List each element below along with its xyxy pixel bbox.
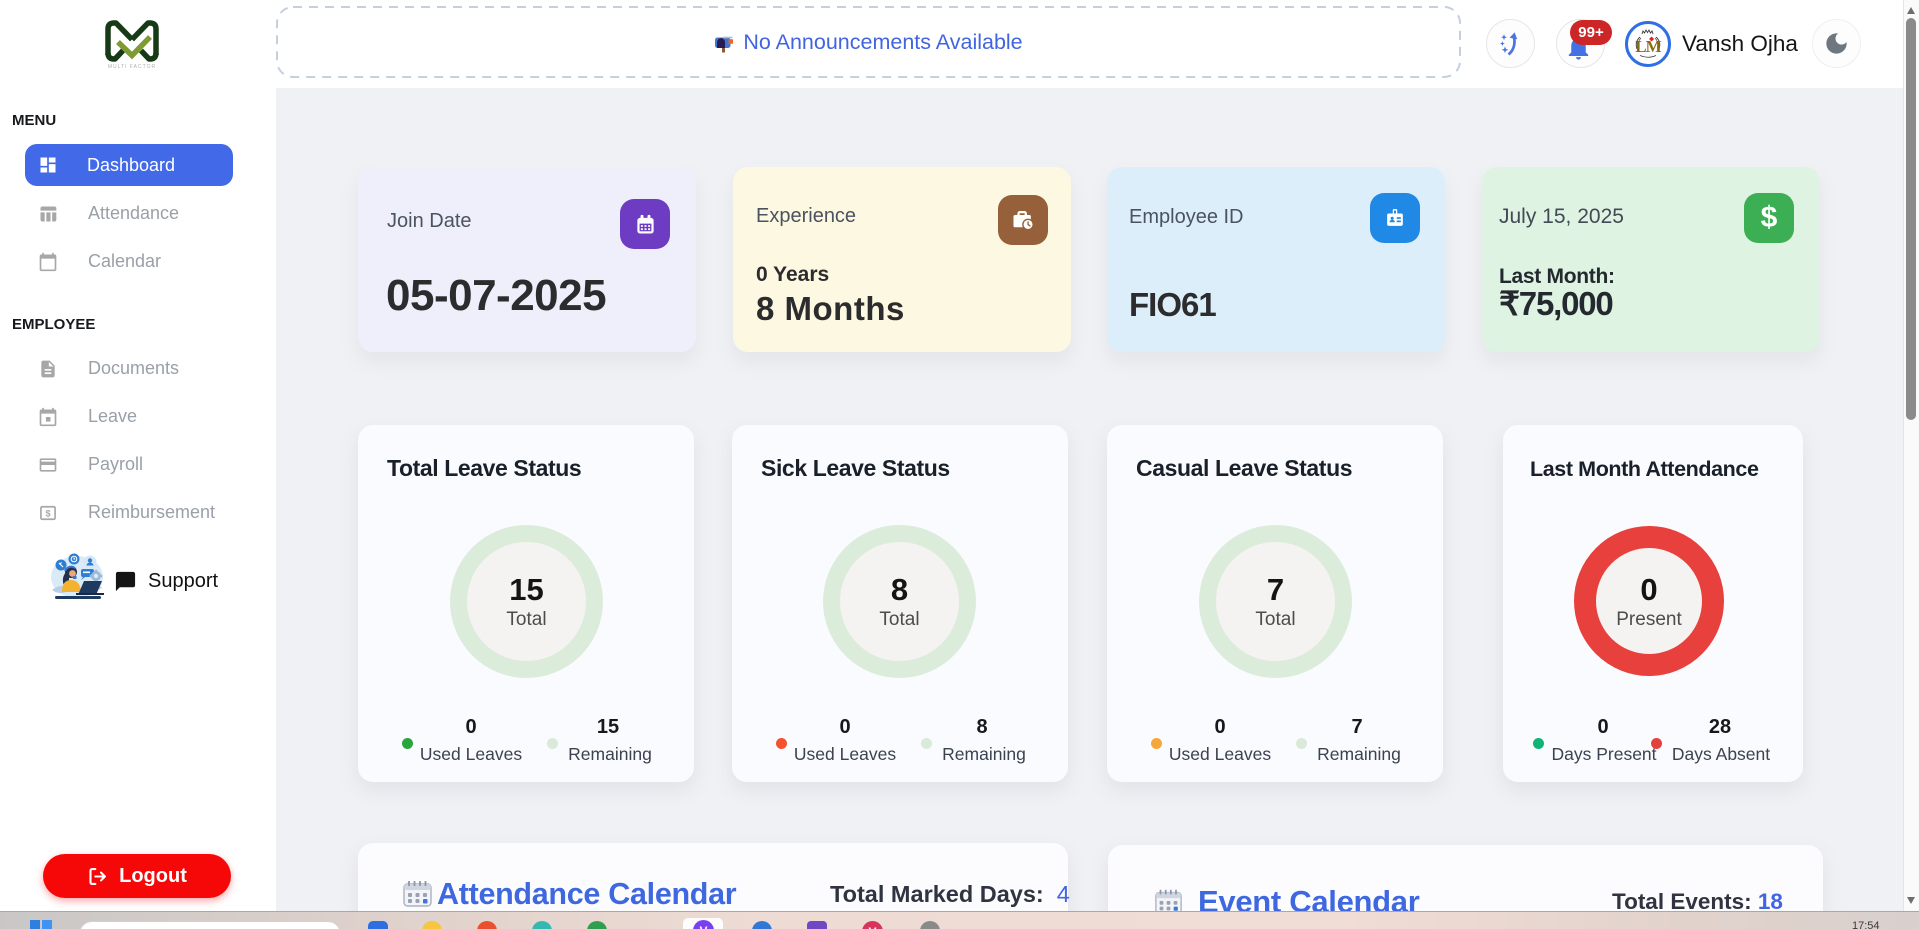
svg-text:$: $ bbox=[45, 508, 50, 518]
svg-text:LM: LM bbox=[1635, 37, 1661, 56]
